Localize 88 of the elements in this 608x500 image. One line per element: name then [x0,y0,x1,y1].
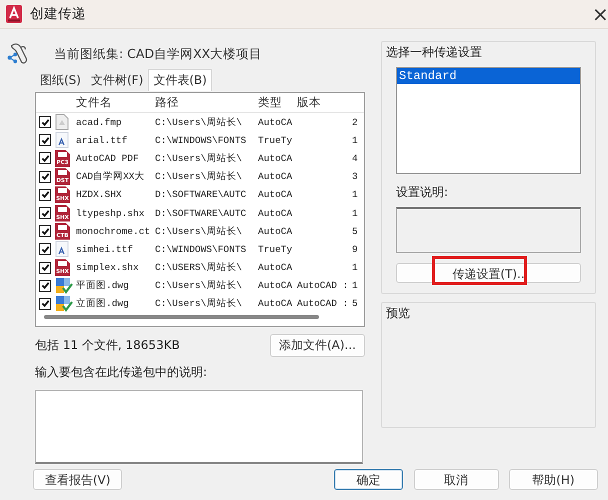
file-name: simplex.shx [76,262,140,274]
table-cell: 9 [352,244,358,255]
transmittal-setups-button[interactable]: 传递设置(T).. [396,263,581,283]
checkbox[interactable] [39,262,51,274]
checkbox[interactable] [39,298,51,310]
group-label: 选择一种传递设置 [386,44,483,61]
description-label: 设置说明: [396,184,450,201]
file-type: AutoCA [258,280,294,292]
file-name: CAD自学网XX大 [76,170,146,184]
group-label: 预览 [386,305,411,322]
column-header[interactable]: 版本 [297,95,349,110]
dialog-button[interactable]: 取消 [414,469,499,490]
file-summary: 包括 11 个文件, 18653KB [35,337,180,354]
column-header[interactable]: 文件名 [76,95,152,110]
drawing-file-icon [55,295,73,312]
tab[interactable]: 文件树(F) [86,69,148,91]
checkbox[interactable] [39,225,51,238]
file-name: ltypeshp.shx [76,208,146,219]
file-path: C:\Users\周站长\ [155,170,244,184]
column-header[interactable]: 类型 [258,95,294,110]
font-file-icon [55,132,69,148]
file-path: C:\Users\周站长\ [155,224,244,238]
file-version: AutoCAD : [297,298,349,310]
checkbox[interactable] [39,188,51,201]
tab[interactable]: 图纸(S) [35,69,86,91]
dialog-button[interactable]: 帮助(H) [508,469,598,490]
checkbox[interactable] [39,116,51,128]
checkbox[interactable] [39,134,51,146]
file-path: C:\USERS\周站长\ [155,261,244,274]
file-name: acad.fmp [76,116,123,128]
file-path: D:\SOFTWARE\AUTC [155,189,248,200]
file-type: AutoCA [258,262,294,274]
file-path: C:\WINDOWS\FONTS [155,244,248,255]
file-name: 立面图.dwg [76,297,130,310]
checkbox[interactable] [39,152,51,164]
font-file-icon [55,241,69,258]
column-header[interactable]: 路径 [155,95,255,110]
table-cell: 1 [352,280,358,292]
checkbox[interactable] [39,280,51,292]
table-cell: 1 [352,134,358,146]
table-cell: 2 [352,116,358,128]
drawing-file-icon [55,277,73,294]
setup-list[interactable]: Standard [396,67,581,174]
notes-field[interactable] [35,390,363,464]
table-cell: 1 [352,208,358,219]
file-type: AutoCA [258,116,294,128]
file-type: TrueTy [258,134,294,146]
file-path: C:\Users\周站长\ [155,279,244,292]
file-name: monochrome.ct [76,226,152,237]
sheet-set-label: 当前图纸集: CAD自学网XX大楼项目 [54,46,262,62]
file-name: HZDX.SHX [76,189,123,200]
file-type: AutoCA [258,208,294,219]
file-type: AutoCA [258,298,294,310]
window-title: 创建传递 [30,5,87,23]
checkbox[interactable] [39,170,51,183]
checkbox[interactable] [39,207,51,220]
table-cell: 5 [352,298,358,310]
list-item[interactable]: Standard [397,68,580,84]
file-path: C:\WINDOWS\FONTS [155,134,248,146]
file-type: AutoCA [258,226,294,237]
close-button[interactable]: × [592,2,608,26]
notes-label: 输入要包含在此传递包中的说明: [35,364,208,381]
sheet-set-share-icon [6,42,30,66]
file-name: simhei.ttf [76,244,134,255]
scrollbar[interactable] [44,315,319,319]
file-type: AutoCA [258,189,294,200]
file-name: 平面图.dwg [76,279,130,292]
file-type: AutoCA [258,152,294,164]
file-version: AutoCAD : [297,280,349,292]
table-cell: 3 [352,171,358,182]
app-icon [6,5,22,23]
tab[interactable]: 文件表(B) [148,69,212,91]
file-type: AutoCA [258,171,294,182]
checkbox[interactable] [39,243,51,256]
file-path: C:\Users\周站长\ [155,297,244,310]
table-cell: 5 [352,226,358,237]
file-path: C:\Users\周站长\ [155,116,244,129]
file-type: TrueTy [258,244,294,255]
table-cell: 1 [352,262,358,274]
file-path: D:\SOFTWARE\AUTC [155,208,248,219]
add-file-button[interactable]: 添加文件(A)... [270,334,365,357]
file-name: AutoCAD PDF [76,152,140,164]
file-path: C:\Users\周站长\ [155,152,244,165]
file-name: arial.ttf [76,134,128,146]
dialog-button[interactable]: 确定 [334,469,403,490]
table-cell: 1 [352,189,358,200]
dialog-button[interactable]: 查看报告(V) [33,469,122,490]
table-cell: 4 [352,152,358,164]
